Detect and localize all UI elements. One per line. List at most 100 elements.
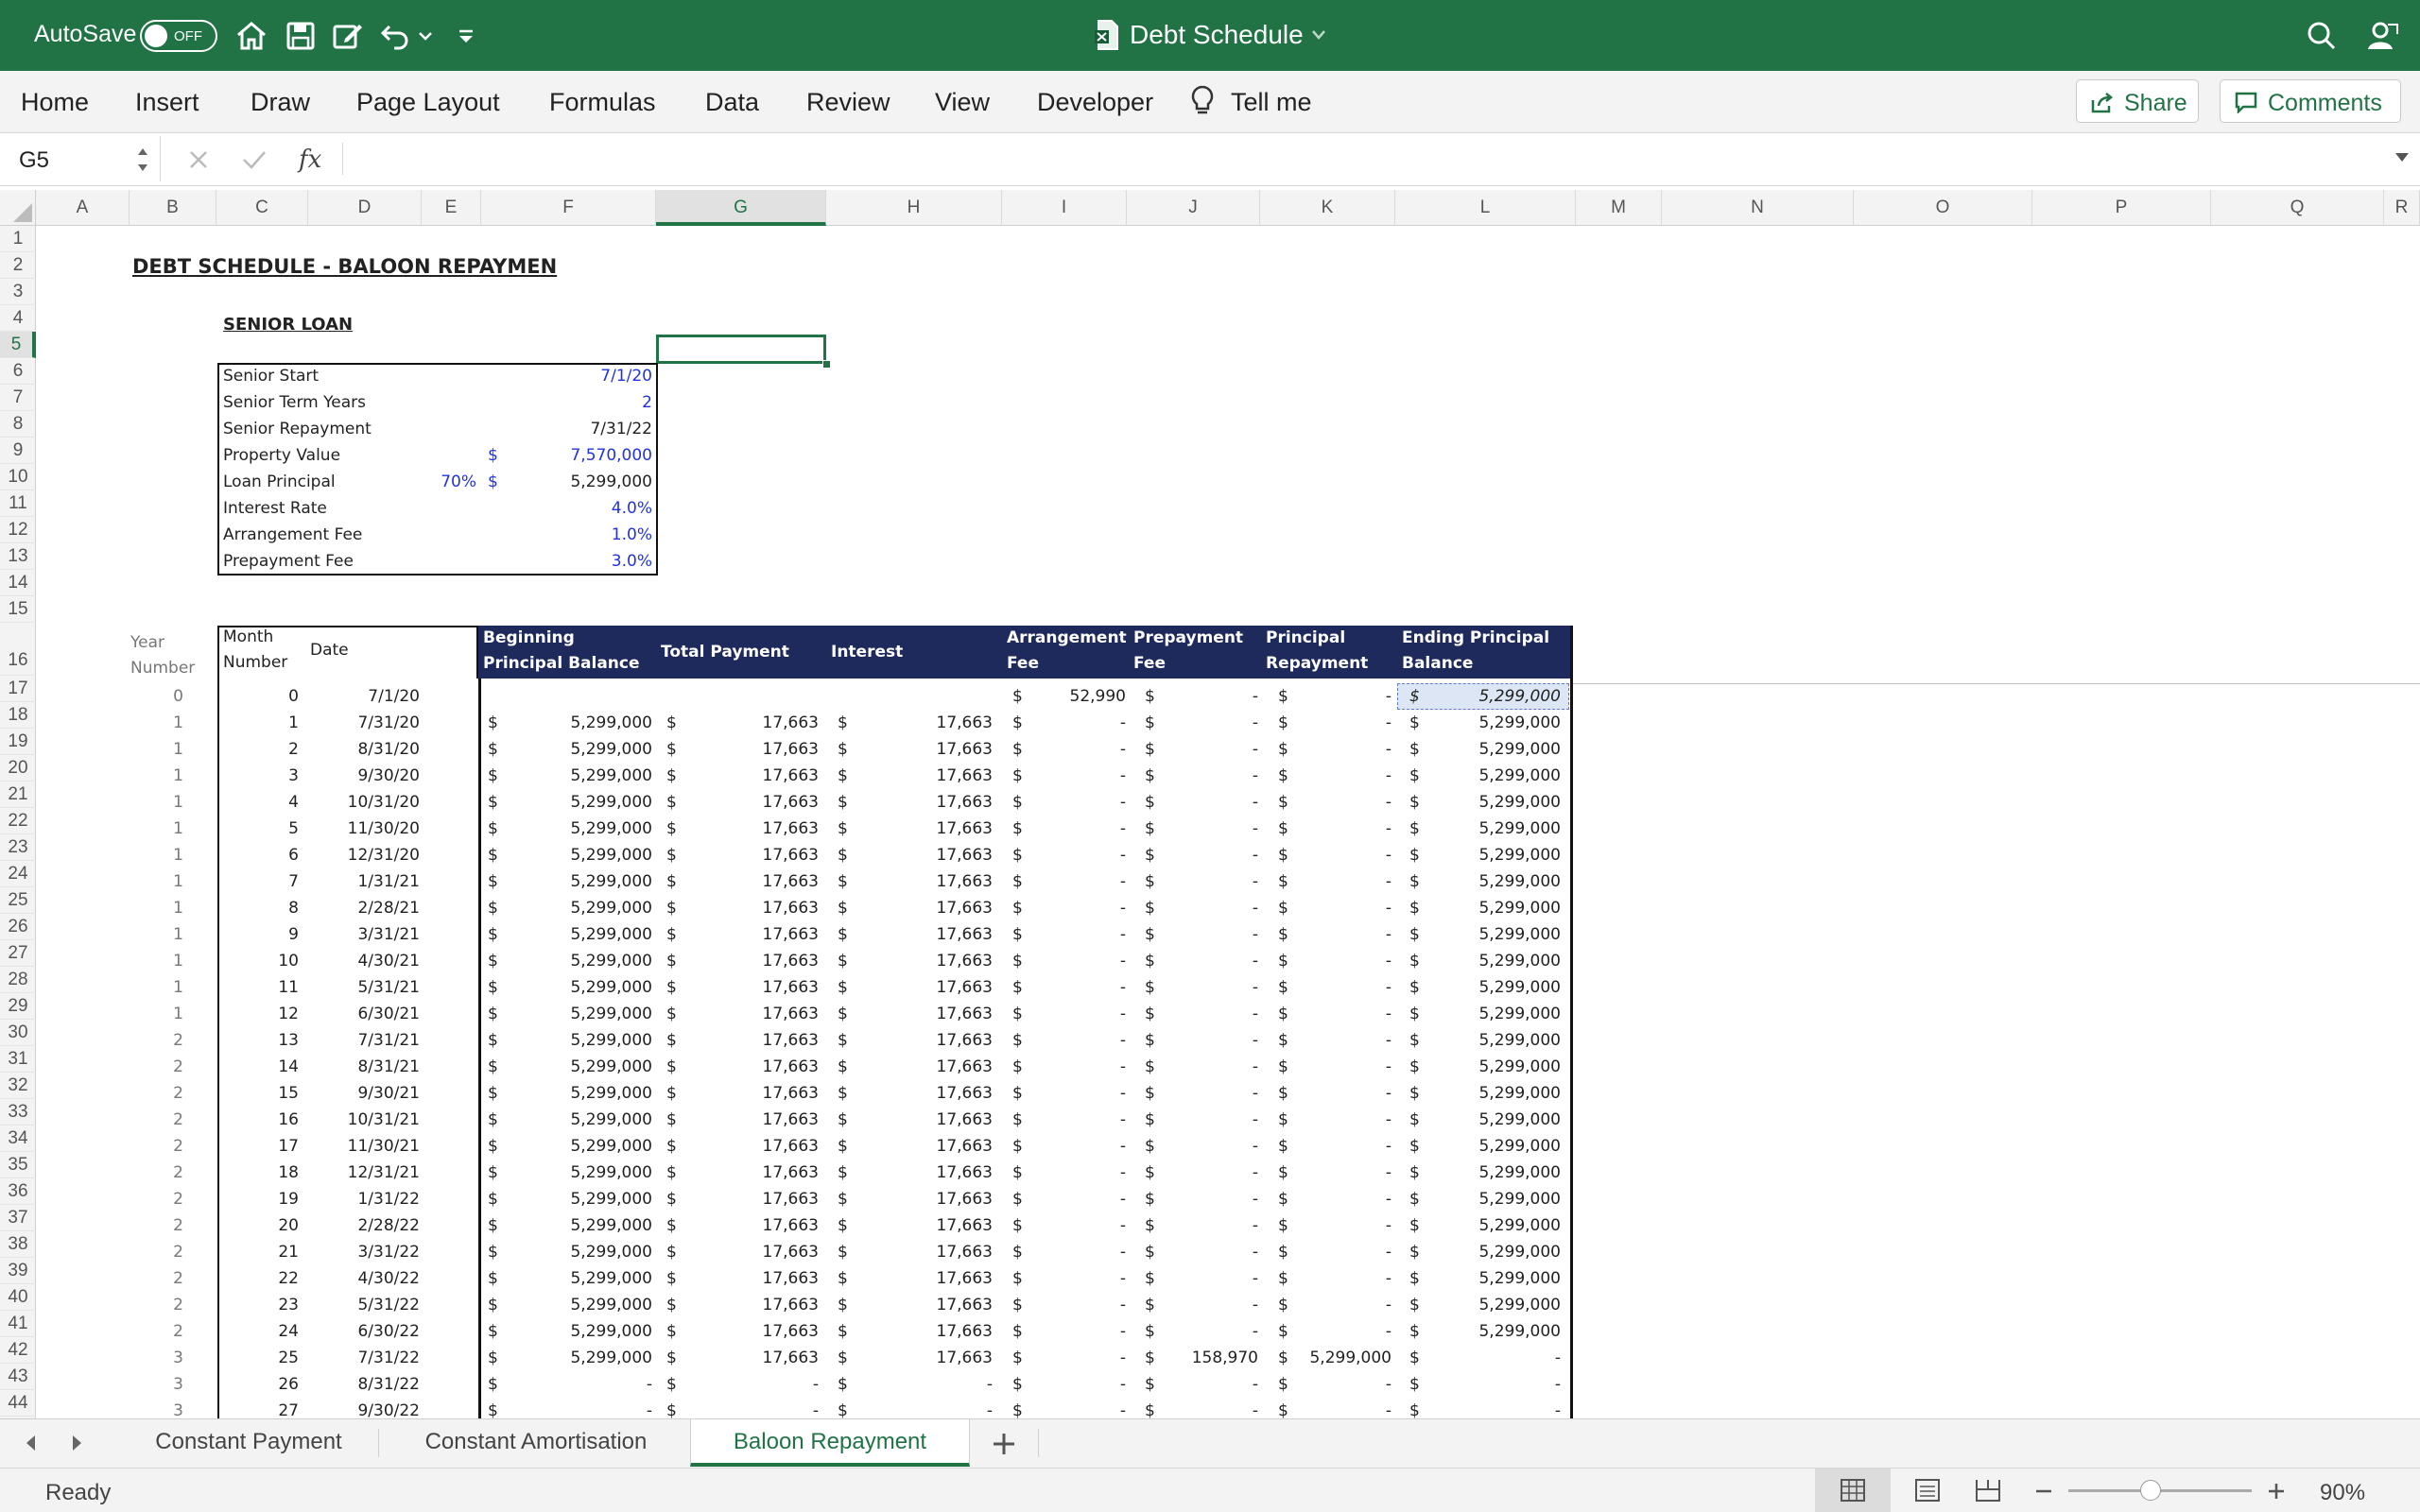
currency-symbol[interactable]: $ xyxy=(838,736,856,763)
currency-symbol[interactable]: $ xyxy=(1145,683,1164,710)
schedule-value[interactable]: - xyxy=(1301,1371,1392,1398)
input-label[interactable]: Senior Start xyxy=(223,363,412,389)
schedule-value[interactable]: 17,663 xyxy=(690,1212,819,1239)
currency-symbol[interactable]: $ xyxy=(1409,1001,1428,1027)
currency-symbol[interactable]: $ xyxy=(838,1160,856,1186)
schedule-value[interactable]: - xyxy=(1035,1080,1126,1107)
schedule-value[interactable]: 5,299,000 xyxy=(510,1133,652,1160)
row-header[interactable]: 22 xyxy=(0,808,36,834)
month-number[interactable]: 27 xyxy=(223,1398,299,1418)
schedule-value[interactable]: 5,299,000 xyxy=(510,1239,652,1265)
schedule-value[interactable]: 17,663 xyxy=(860,1318,993,1345)
currency-symbol[interactable]: $ xyxy=(838,1080,856,1107)
schedule-value[interactable]: 17,663 xyxy=(860,1265,993,1292)
month-number[interactable]: 14 xyxy=(223,1054,299,1080)
schedule-value[interactable]: 5,299,000 xyxy=(1432,1212,1561,1239)
schedule-value[interactable]: - xyxy=(1301,1318,1392,1345)
currency-symbol[interactable]: $ xyxy=(1145,1027,1164,1054)
currency-symbol[interactable]: $ xyxy=(1409,1239,1428,1265)
schedule-value[interactable]: 5,299,000 xyxy=(1432,1239,1561,1265)
currency-symbol[interactable]: $ xyxy=(1278,1371,1297,1398)
currency-symbol[interactable]: $ xyxy=(666,1133,685,1160)
currency-symbol[interactable]: $ xyxy=(1409,1292,1428,1318)
schedule-value[interactable]: 5,299,000 xyxy=(1432,842,1561,868)
row-header[interactable]: 12 xyxy=(0,517,36,543)
input-value[interactable]: 7/1/20 xyxy=(510,363,652,389)
payment-date[interactable]: 6/30/21 xyxy=(310,1001,420,1027)
tab-page-layout[interactable]: Page Layout xyxy=(356,88,500,117)
input-value[interactable]: 5,299,000 xyxy=(510,469,652,495)
payment-date[interactable]: 7/31/22 xyxy=(310,1345,420,1371)
currency-symbol[interactable]: $ xyxy=(666,1398,685,1418)
schedule-value[interactable]: 17,663 xyxy=(690,1107,819,1133)
schedule-value[interactable]: - xyxy=(1432,1398,1561,1418)
currency-symbol[interactable]: $ xyxy=(1409,948,1428,974)
schedule-value[interactable]: - xyxy=(1035,1133,1126,1160)
currency-symbol[interactable]: $ xyxy=(1012,1133,1031,1160)
currency-symbol[interactable]: $ xyxy=(1278,921,1297,948)
schedule-value[interactable]: 5,299,000 xyxy=(510,1160,652,1186)
currency-symbol[interactable]: $ xyxy=(1409,1027,1428,1054)
currency-symbol[interactable]: $ xyxy=(1012,816,1031,842)
currency-symbol[interactable]: $ xyxy=(1278,895,1297,921)
tell-me-search[interactable]: Tell me xyxy=(1231,88,1312,117)
month-number[interactable]: 25 xyxy=(223,1345,299,1371)
sheet-tab-baloon-repayment[interactable]: Baloon Repayment xyxy=(690,1419,970,1467)
row-header[interactable]: 30 xyxy=(0,1020,36,1046)
currency-symbol[interactable]: $ xyxy=(1145,1001,1164,1027)
currency-symbol[interactable]: $ xyxy=(1145,895,1164,921)
row-header[interactable]: 37 xyxy=(0,1205,36,1231)
currency-symbol[interactable]: $ xyxy=(488,1318,507,1345)
schedule-value[interactable]: - xyxy=(1167,816,1258,842)
currency-symbol[interactable]: $ xyxy=(1145,1107,1164,1133)
schedule-value[interactable]: 5,299,000 xyxy=(510,868,652,895)
add-sheet-icon[interactable] xyxy=(989,1429,1019,1459)
payment-date[interactable]: 10/31/21 xyxy=(310,1107,420,1133)
column-header-m[interactable]: M xyxy=(1576,190,1662,226)
schedule-value[interactable]: 5,299,000 xyxy=(1432,1265,1561,1292)
year-number[interactable]: 0 xyxy=(130,683,183,710)
column-header-q[interactable]: Q xyxy=(2211,190,2384,226)
year-number[interactable]: 1 xyxy=(130,948,183,974)
payment-date[interactable]: 8/31/21 xyxy=(310,1054,420,1080)
tab-data[interactable]: Data xyxy=(705,88,759,117)
schedule-value[interactable]: - xyxy=(1301,763,1392,789)
currency-symbol[interactable]: $ xyxy=(838,1265,856,1292)
currency-symbol[interactable]: $ xyxy=(488,1371,507,1398)
year-number[interactable]: 1 xyxy=(130,921,183,948)
column-header-g[interactable]: G xyxy=(656,190,826,226)
currency-symbol[interactable]: $ xyxy=(1409,816,1428,842)
currency-symbol[interactable]: $ xyxy=(1409,1054,1428,1080)
row-header[interactable]: 23 xyxy=(0,834,36,861)
schedule-value[interactable]: 17,663 xyxy=(690,1239,819,1265)
page-break-view-button[interactable] xyxy=(1962,1469,2014,1512)
currency-symbol[interactable]: $ xyxy=(488,1160,507,1186)
currency-symbol[interactable]: $ xyxy=(1145,921,1164,948)
schedule-value[interactable]: 17,663 xyxy=(690,1265,819,1292)
schedule-value[interactable]: 17,663 xyxy=(690,763,819,789)
schedule-value[interactable]: 17,663 xyxy=(690,948,819,974)
month-number[interactable]: 15 xyxy=(223,1080,299,1107)
table-header[interactable]: Prepayment Fee xyxy=(1129,626,1261,679)
schedule-value[interactable]: - xyxy=(1035,1318,1126,1345)
row-header[interactable]: 5 xyxy=(0,332,36,358)
currency-symbol[interactable]: $ xyxy=(1278,948,1297,974)
column-header-l[interactable]: L xyxy=(1395,190,1576,226)
schedule-value[interactable]: - xyxy=(1301,1398,1392,1418)
currency-symbol[interactable]: $ xyxy=(1409,683,1428,710)
schedule-value[interactable]: 5,299,000 xyxy=(1432,683,1561,710)
schedule-value[interactable]: - xyxy=(1301,789,1392,816)
row-header[interactable]: 16 xyxy=(0,623,36,676)
schedule-value[interactable]: - xyxy=(1301,1027,1392,1054)
currency-symbol[interactable]: $ xyxy=(1278,1001,1297,1027)
currency-symbol[interactable]: $ xyxy=(1145,1160,1164,1186)
schedule-value[interactable]: - xyxy=(1035,1054,1126,1080)
schedule-value[interactable]: 17,663 xyxy=(860,736,993,763)
currency-symbol[interactable]: $ xyxy=(666,895,685,921)
autosave-toggle[interactable]: OFF xyxy=(140,20,217,52)
currency-symbol[interactable]: $ xyxy=(838,1239,856,1265)
row-header[interactable]: 1 xyxy=(0,226,36,252)
search-icon[interactable] xyxy=(2305,19,2339,53)
tab-view[interactable]: View xyxy=(935,88,990,117)
column-header-j[interactable]: J xyxy=(1127,190,1260,226)
